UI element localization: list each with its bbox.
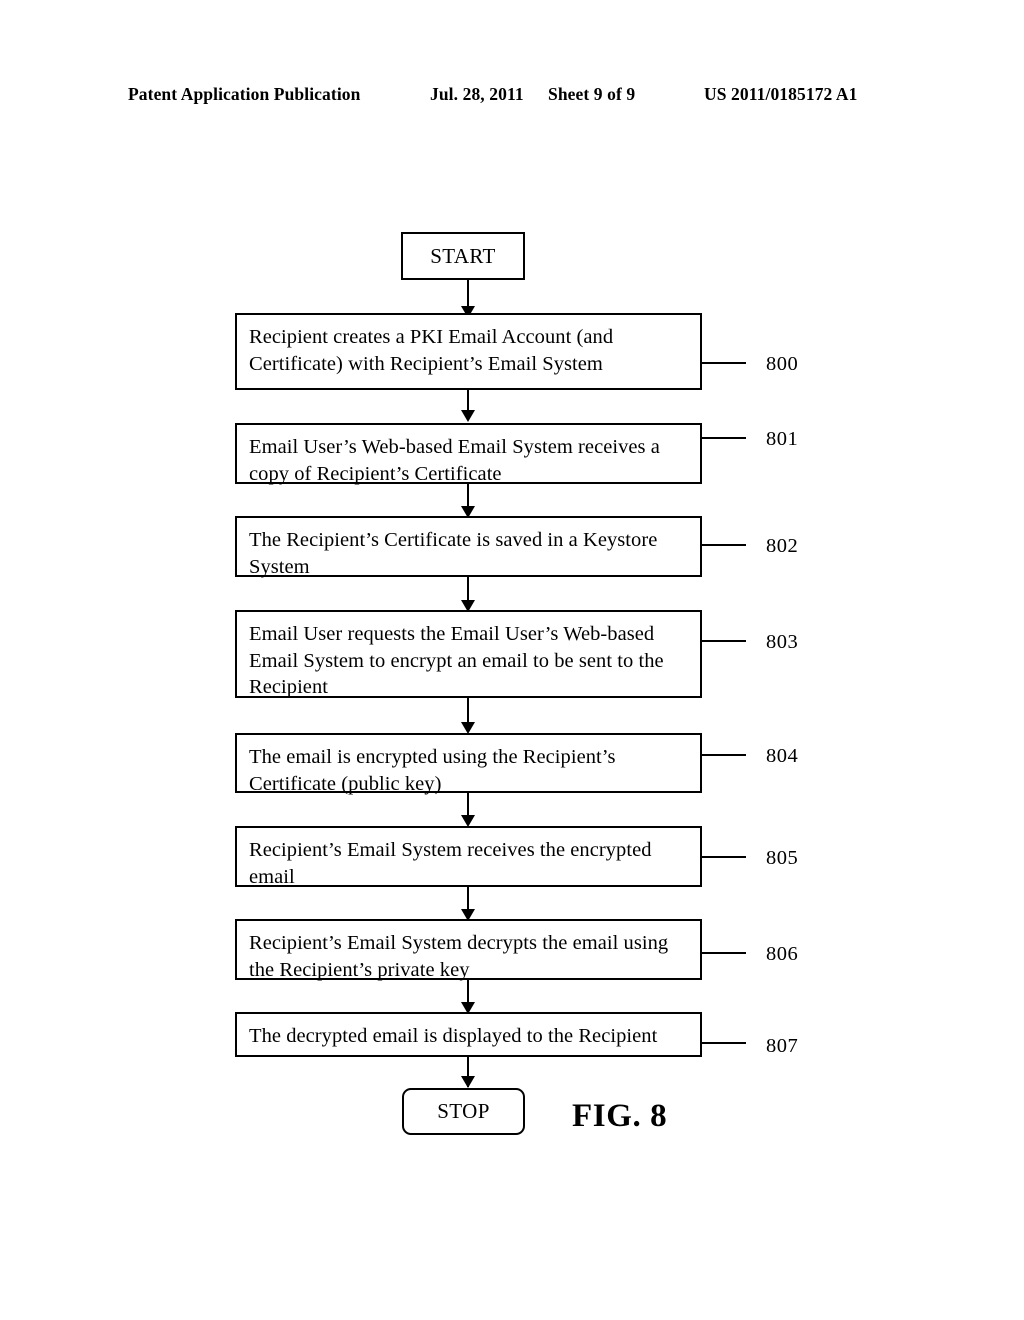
- flowchart-step-804: The email is encrypted using the Recipie…: [235, 733, 702, 795]
- flowchart-step-800: Recipient creates a PKI Email Account (a…: [235, 313, 702, 390]
- step-807-text: The decrypted email is displayed to the …: [249, 1025, 658, 1047]
- leader-line-806: [702, 952, 746, 954]
- reference-number-801: 801: [766, 428, 799, 450]
- leader-line-801: [702, 437, 746, 439]
- step-802-text: The Recipient’s Certificate is saved in …: [249, 529, 658, 578]
- flowchart-step-805: Recipient’s Email System receives the en…: [235, 826, 702, 888]
- flowchart-figure: START Recipient creates a PKI Email Acco…: [0, 0, 1024, 1320]
- step-804-text: The email is encrypted using the Recipie…: [249, 746, 616, 795]
- step-806-text: Recipient’s Email System decrypts the em…: [249, 932, 669, 981]
- flowchart-step-803: Email User requests the Email User’s Web…: [235, 610, 702, 698]
- leader-line-807: [702, 1042, 746, 1044]
- leader-line-805: [702, 856, 746, 858]
- step-805-text: Recipient’s Email System receives the en…: [249, 839, 652, 888]
- leader-line-802: [702, 544, 746, 546]
- leader-line-803: [702, 640, 746, 642]
- flowchart-step-806: Recipient’s Email System decrypts the em…: [235, 919, 702, 981]
- reference-number-803: 803: [766, 631, 799, 653]
- reference-number-807: 807: [766, 1035, 799, 1057]
- flowchart-stop-terminal: STOP: [402, 1088, 525, 1135]
- step-801-text: Email User’s Web-based Email System rece…: [249, 436, 660, 485]
- flowchart-step-802: The Recipient’s Certificate is saved in …: [235, 516, 702, 578]
- step-800-text: Recipient creates a PKI Email Account (a…: [249, 326, 614, 375]
- flowchart-step-801: Email User’s Web-based Email System rece…: [235, 423, 702, 485]
- start-terminal-label: START: [430, 243, 496, 268]
- arrowhead-800-to-801: [461, 410, 475, 422]
- arrowhead-807-to-stop: [461, 1076, 475, 1088]
- reference-number-802: 802: [766, 535, 799, 557]
- flowchart-start-terminal: START: [401, 232, 525, 280]
- flowchart-step-807: The decrypted email is displayed to the …: [235, 1012, 702, 1057]
- reference-number-805: 805: [766, 847, 799, 869]
- leader-line-804: [702, 754, 746, 756]
- step-803-text: Email User requests the Email User’s Web…: [249, 623, 664, 698]
- figure-caption: FIG. 8: [572, 1098, 668, 1134]
- reference-number-800: 800: [766, 353, 799, 375]
- stop-terminal-label: STOP: [437, 1099, 490, 1123]
- leader-line-800: [702, 362, 746, 364]
- reference-number-804: 804: [766, 745, 799, 767]
- reference-number-806: 806: [766, 943, 799, 965]
